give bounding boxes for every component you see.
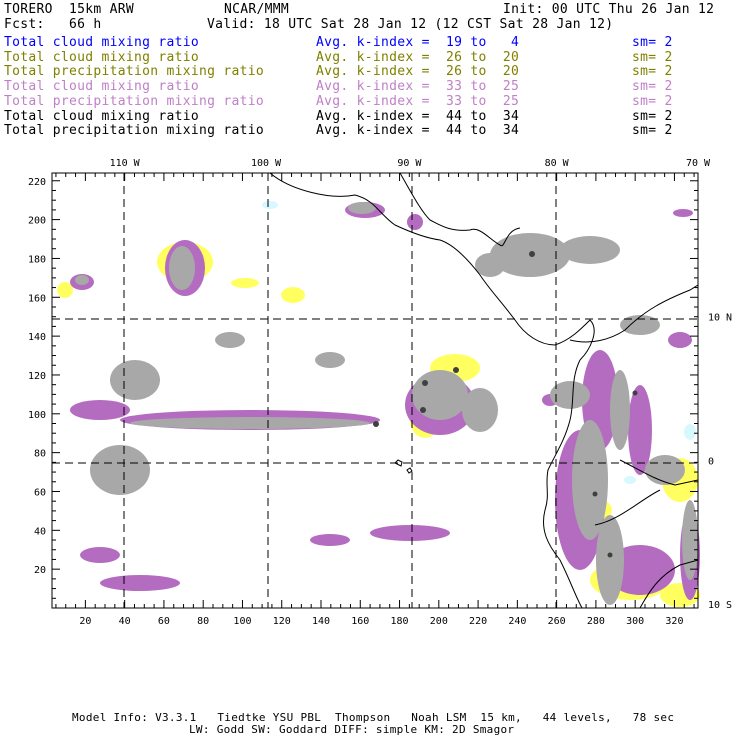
field-shading (57, 201, 700, 607)
x-tick-label: 100 (233, 616, 251, 627)
latitude-label: 0 (708, 456, 714, 467)
x-tick-label: 140 (312, 616, 330, 627)
x-tick-label: 20 (79, 616, 91, 627)
x-tick-label: 160 (351, 616, 369, 627)
longitude-label: 90 W (397, 158, 422, 169)
longitude-label: 110 W (110, 158, 141, 169)
longitude-label: 100 W (251, 158, 282, 169)
x-tick-label: 320 (665, 616, 683, 627)
y-tick-label: 180 (28, 254, 46, 265)
longitude-label: 70 W (686, 158, 711, 169)
y-tick-label: 100 (28, 410, 46, 421)
y-tick-label: 220 (28, 177, 46, 188)
y-tick-label: 80 (34, 449, 46, 460)
y-tick-label: 60 (34, 487, 46, 498)
y-tick-label: 200 (28, 216, 46, 227)
y-tick-label: 20 (34, 565, 46, 576)
footer-physics: LW: Godd SW: Goddard DIFF: simple KM: 2D… (189, 723, 515, 736)
y-tick-label: 160 (28, 293, 46, 304)
x-tick-label: 80 (197, 616, 209, 627)
y-tick-label: 40 (34, 526, 46, 537)
x-tick-label: 180 (391, 616, 409, 627)
latitude-label: 10 S (708, 600, 732, 611)
x-tick-label: 240 (508, 616, 526, 627)
x-tick-label: 220 (469, 616, 487, 627)
longitude-label: 80 W (545, 158, 570, 169)
latitude-label: 10 N (708, 313, 732, 324)
x-tick-label: 260 (548, 616, 566, 627)
x-tick-label: 60 (158, 616, 170, 627)
map-plot: 20 40 60 80 100 120 140 160 180 200 220 240 260 280 30… (28, 158, 732, 627)
y-tick-label: 120 (28, 371, 46, 382)
x-tick-label: 300 (626, 616, 644, 627)
x-tick-label: 200 (430, 616, 448, 627)
x-tick-label: 120 (273, 616, 291, 627)
y-tick-label: 140 (28, 332, 46, 343)
x-tick-label: 280 (587, 616, 605, 627)
x-tick-label: 40 (119, 616, 131, 627)
